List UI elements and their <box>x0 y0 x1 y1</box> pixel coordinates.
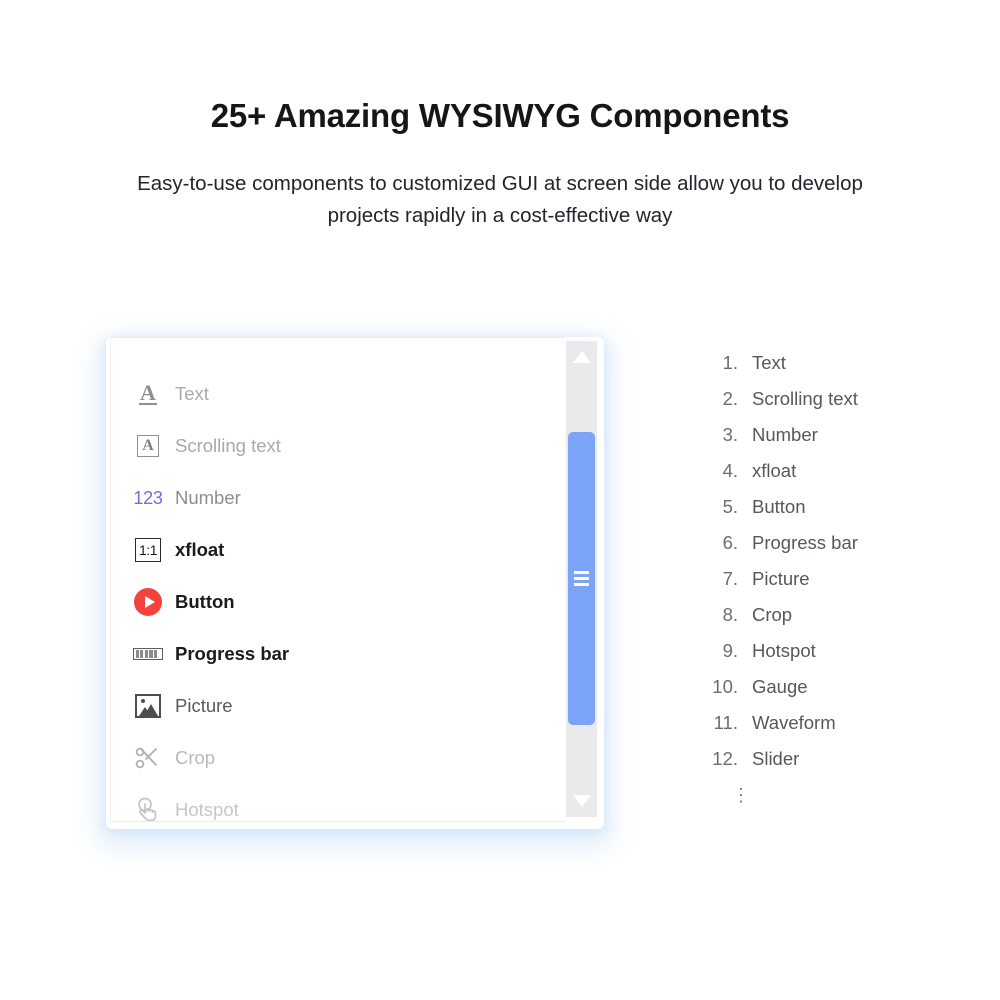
palette-item-label: Button <box>175 591 235 612</box>
list-item-label: Crop <box>752 604 793 625</box>
number-123-icon: 123 <box>129 481 167 515</box>
scroll-up-arrow-icon[interactable] <box>566 341 597 373</box>
scrolling-text-a-box-icon: A <box>129 429 167 463</box>
list-item-label: Hotspot <box>752 640 816 661</box>
button-play-circle-icon <box>129 585 167 619</box>
list-item: 7. Picture <box>700 568 950 604</box>
scrollbar-thumb[interactable] <box>568 432 595 725</box>
palette-item-number[interactable]: 123 Number <box>111 472 565 524</box>
palette-item-label: Hotspot <box>175 799 239 820</box>
component-name-list: 1. Text 2. Scrolling text 3. Number 4. x… <box>700 352 950 804</box>
palette-item-picture[interactable]: Picture <box>111 680 565 732</box>
list-item-label: Text <box>752 352 786 373</box>
palette-item-label: Number <box>175 487 241 508</box>
number-digits-glyph: 123 <box>133 487 163 508</box>
list-item-label: Slider <box>752 748 800 769</box>
panel-body: A Text A Scrolling text 123 Number 1:1 x… <box>110 337 565 822</box>
list-item-index: 1. <box>722 352 738 373</box>
list-item: 3. Number <box>700 424 950 460</box>
list-item: 1. Text <box>700 352 950 388</box>
palette-item-label: Text <box>175 383 209 404</box>
page-subtitle: Easy-to-use components to customized GUI… <box>137 172 863 227</box>
text-a-glyph: A <box>139 379 157 406</box>
list-item-index: 8. <box>722 604 738 625</box>
list-item: 4. xfloat <box>700 460 950 496</box>
crop-scissors-icon <box>129 741 167 775</box>
list-item-label: Button <box>752 496 806 517</box>
palette-item-label: Scrolling text <box>175 435 281 456</box>
scroll-down-arrow-icon[interactable] <box>566 785 597 817</box>
list-item: 6. Progress bar <box>700 532 950 568</box>
list-item: 8. Crop <box>700 604 950 640</box>
list-item-label: Scrolling text <box>752 388 858 409</box>
palette-item-label: Crop <box>175 747 216 768</box>
list-item: 5. Button <box>700 496 950 532</box>
palette-item-crop[interactable]: Crop <box>111 732 565 784</box>
progress-bar-icon <box>129 637 167 671</box>
scrolling-a-glyph: A <box>137 435 159 457</box>
list-item-index: 9. <box>722 640 738 661</box>
list-item: 11. Waveform <box>700 712 950 748</box>
palette-item-scrolling-text[interactable]: A Scrolling text <box>111 420 565 472</box>
list-item-label: Waveform <box>752 712 836 733</box>
list-item-index: 5. <box>722 496 738 517</box>
palette-item-label: Progress bar <box>175 643 290 664</box>
page-title: 25+ Amazing WYSIWYG Components <box>210 97 790 134</box>
palette-item-label: Picture <box>175 695 233 716</box>
list-item-index: 10. <box>712 676 738 697</box>
list-item-index: 7. <box>722 568 738 589</box>
palette-item-list: A Text A Scrolling text 123 Number 1:1 x… <box>111 338 565 821</box>
xfloat-ratio-1-1-icon: 1:1 <box>129 533 167 567</box>
ratio-glyph: 1:1 <box>135 538 161 562</box>
palette-scrollbar[interactable] <box>566 341 597 817</box>
hotspot-hand-pointer-icon <box>129 793 167 821</box>
list-item: 10. Gauge <box>700 676 950 712</box>
picture-image-icon <box>129 689 167 723</box>
list-continuation-ellipsis: ⋮ <box>732 785 750 805</box>
list-item-index: 3. <box>722 424 738 445</box>
palette-item-text[interactable]: A Text <box>111 368 565 420</box>
text-a-underline-icon: A <box>129 377 167 411</box>
palette-item-hotspot[interactable]: Hotspot <box>111 784 565 821</box>
palette-item-xfloat[interactable]: 1:1 xfloat <box>111 524 565 576</box>
palette-item-button[interactable]: Button <box>111 576 565 628</box>
list-item-label: Picture <box>752 568 810 589</box>
list-item-label: Gauge <box>752 676 808 697</box>
list-item-label: xfloat <box>752 460 797 481</box>
list-item-label: Number <box>752 424 818 445</box>
list-item-index: 6. <box>722 532 738 553</box>
list-item: 9. Hotspot <box>700 640 950 676</box>
list-item-index: 11. <box>713 712 738 733</box>
palette-item-progress-bar[interactable]: Progress bar <box>111 628 565 680</box>
component-palette-panel: A Text A Scrolling text 123 Number 1:1 x… <box>110 337 600 822</box>
list-item: 12. Slider <box>700 748 950 784</box>
list-item-index: 2. <box>722 388 738 409</box>
list-item-index: 4. <box>722 460 738 481</box>
list-item-label: Progress bar <box>752 532 858 553</box>
palette-item-label: xfloat <box>175 539 225 560</box>
list-item: 2. Scrolling text <box>700 388 950 424</box>
list-item-index: 12. <box>712 748 738 769</box>
